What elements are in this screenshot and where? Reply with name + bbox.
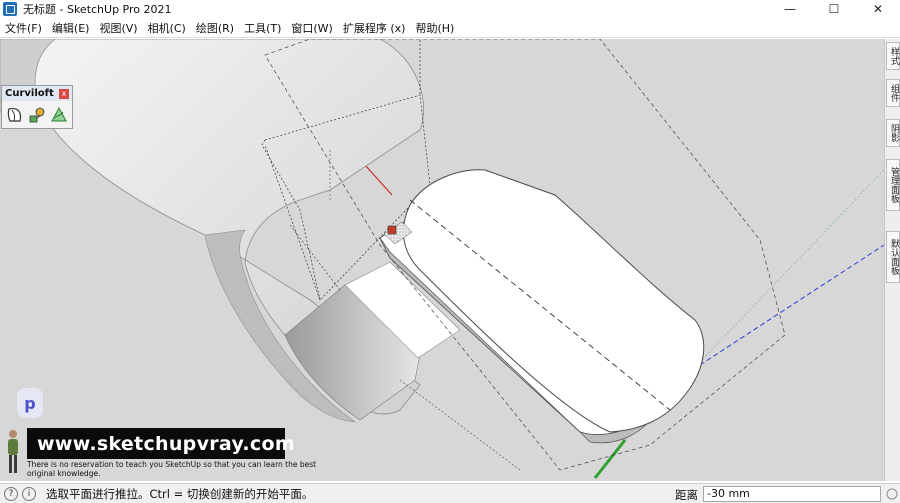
blue-axis [699, 244, 884, 366]
watermark-caption: There is no reservation to teach you Ske… [27, 460, 317, 478]
pushpull-cursor-icon [387, 225, 397, 235]
menu-extensions[interactable]: 扩展程序 (x) [338, 20, 411, 36]
model-viewport[interactable] [0, 39, 884, 481]
curviloft-title: Curviloft [5, 88, 54, 99]
status-message: 选取平面进行推拉。Ctrl = 切换创建新的开始平面。 [46, 486, 314, 501]
info-status-icon[interactable]: i [22, 486, 36, 501]
loft-by-spline-icon[interactable] [6, 105, 25, 125]
sketchup-logo-icon [3, 1, 17, 16]
tray-tab-styles[interactable]: 样式 [886, 42, 900, 70]
window-controls: — ☐ ✕ [768, 0, 900, 17]
menu-help[interactable]: 帮助(H) [410, 20, 459, 36]
measurements-label: 距离 [675, 488, 698, 502]
loft-along-path-icon[interactable] [49, 105, 68, 125]
tray-tab-default[interactable]: 默认面板 [886, 231, 900, 283]
menu-bar: 文件(F) 编辑(E) 视图(V) 相机(C) 绘图(R) 工具(T) 窗口(W… [0, 19, 900, 38]
maximize-button[interactable]: ☐ [812, 0, 856, 17]
red-axis [364, 164, 393, 196]
curviloft-toolbar[interactable]: Curviloft x [1, 85, 73, 129]
status-bar: ? i 选取平面进行推拉。Ctrl = 切换创建新的开始平面。 距离 -30 m… [0, 483, 900, 503]
measurements-input[interactable]: -30 mm [703, 486, 881, 502]
curviloft-close-button[interactable]: x [59, 88, 69, 99]
watermark-logo: p [17, 388, 43, 418]
close-button[interactable]: ✕ [856, 0, 900, 17]
menu-view[interactable]: 视图(V) [94, 20, 142, 36]
menu-edit[interactable]: 编辑(E) [47, 20, 95, 36]
menu-draw[interactable]: 绘图(R) [191, 20, 239, 36]
menu-window[interactable]: 窗口(W) [286, 20, 337, 36]
minimize-button[interactable]: — [768, 0, 812, 17]
window-title: 无标题 - SketchUp Pro 2021 [23, 2, 172, 16]
menu-file[interactable]: 文件(F) [0, 20, 47, 36]
tray-tab-shadows[interactable]: 阴影 [886, 119, 900, 147]
default-tray: 样式 组件 阴影 管理面板 默认面板 [884, 39, 900, 481]
tray-tab-components[interactable]: 组件 [886, 79, 900, 107]
resize-grip-icon[interactable] [886, 488, 898, 500]
help-status-icon[interactable]: ? [4, 486, 18, 501]
model-scene [0, 39, 884, 479]
presenter-figure-icon [8, 430, 18, 473]
skin-contours-icon[interactable] [28, 105, 47, 125]
watermark-banner: www.sketchupvray.com [27, 428, 295, 459]
curviloft-header[interactable]: Curviloft x [2, 86, 72, 101]
tray-tab-manage[interactable]: 管理面板 [886, 159, 900, 211]
watermark-site: www.sketchupvray.com [37, 432, 295, 455]
menu-tools[interactable]: 工具(T) [239, 20, 286, 36]
menu-camera[interactable]: 相机(C) [143, 20, 191, 36]
title-bar: 无标题 - SketchUp Pro 2021 — ☐ ✕ [0, 0, 900, 17]
